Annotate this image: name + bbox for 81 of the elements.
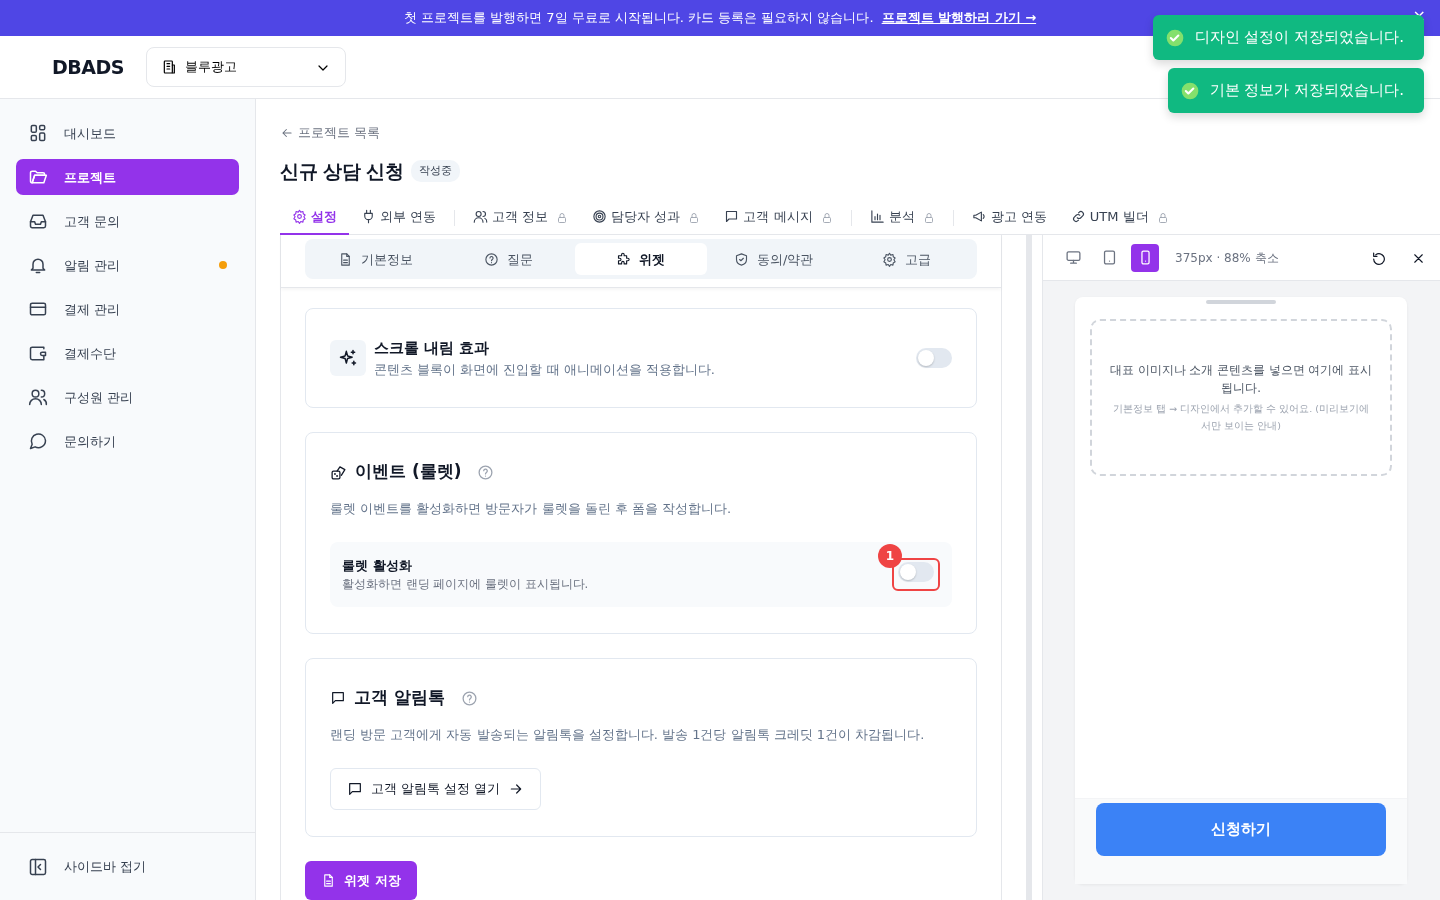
collapse-sidebar-button[interactable]: 사이드바 접기 xyxy=(28,856,147,877)
tab[interactable]: 설정 xyxy=(280,201,349,235)
check-icon xyxy=(1179,80,1200,101)
puzzle-icon xyxy=(616,252,632,267)
desktop-icon xyxy=(1064,249,1082,267)
placeholder-title: 대표 이미지나 소개 콘텐츠를 넣으면 여기에 표시됩니다. xyxy=(1110,362,1372,397)
open-settings-button[interactable]: 고객 알림톡 설정 열기 xyxy=(330,768,542,810)
sidebar-item[interactable]: 문의하기 xyxy=(16,423,239,460)
chat-icon xyxy=(330,689,346,706)
banner-text: 첫 프로젝트를 발행하면 7일 무료로 시작됩니다. 카드 등록은 필요하지 않습니다. xyxy=(403,9,874,28)
success-toast: 기본 정보가 저장되었습니다. xyxy=(1167,68,1424,113)
sidebar-item[interactable]: 고객 문의 xyxy=(16,203,239,240)
megaphone-icon xyxy=(971,209,987,225)
save-button[interactable]: 위젯 저장 xyxy=(305,860,417,900)
link-icon xyxy=(1070,209,1086,225)
logo: DBADS xyxy=(52,54,125,80)
sidebar-collapse-icon xyxy=(28,856,48,877)
apply-button[interactable]: 신청하기 xyxy=(1096,803,1386,856)
building-icon xyxy=(161,59,177,76)
chat-icon xyxy=(28,431,48,452)
users-icon xyxy=(473,209,489,225)
save-icon xyxy=(321,872,336,888)
users-icon xyxy=(28,387,48,408)
question-icon xyxy=(483,252,499,267)
sidebar-item[interactable]: 알림 관리 xyxy=(16,247,239,284)
help-icon xyxy=(477,464,495,482)
publish-link[interactable]: 프로젝트 발행하러 가기 → xyxy=(881,8,1037,28)
tab[interactable]: 외부 연동 xyxy=(349,201,449,235)
workspace-dropdown[interactable]: 블루광고 xyxy=(146,47,346,88)
section-title: 이벤트 (룰렛) xyxy=(355,460,462,484)
page-title: 신규 상담 신청 xyxy=(280,159,404,184)
chat-icon xyxy=(347,780,363,797)
lock-icon xyxy=(922,211,935,224)
toggle-label: 룰렛 활성화 xyxy=(342,557,413,576)
toggle-switch[interactable] xyxy=(916,348,952,369)
toggle-switch[interactable] xyxy=(898,561,934,582)
lock-icon xyxy=(820,211,833,224)
toggle-description: 활성화하면 랜딩 페이지에 룰렛이 표시됩니다. xyxy=(342,575,590,593)
tab[interactable]: UTM 빌더 xyxy=(1058,201,1181,235)
tab[interactable]: 광고 연동 xyxy=(959,201,1059,235)
section-title: 스크롤 내림 효과 xyxy=(374,338,491,360)
sidebar-item[interactable]: 결제 관리 xyxy=(16,291,239,328)
back-link[interactable]: 프로젝트 목록 xyxy=(280,123,381,143)
reset-icon xyxy=(1371,250,1387,267)
settings-icon xyxy=(292,209,307,225)
chat-icon xyxy=(724,209,740,225)
sub-tab[interactable]: 질문 xyxy=(441,243,575,276)
sub-tab[interactable]: 기본정보 xyxy=(309,243,442,276)
section-description: 랜딩 방문 고객에게 자동 발송되는 알림톡을 설정합니다. 발송 1건당 알림톡 크레딧 1건이 차감됩니다. xyxy=(330,725,926,744)
plug-icon xyxy=(361,209,376,225)
sub-tab[interactable]: 동의/약관 xyxy=(707,243,841,276)
section-description: 룰렛 이벤트를 활성화하면 방문자가 룰렛을 돌린 후 폼을 작성합니다. xyxy=(330,499,733,518)
section-title: 고객 알림톡 xyxy=(354,686,445,709)
bar-chart-icon xyxy=(869,209,885,225)
sidebar-item[interactable]: 프로젝트 xyxy=(16,159,239,196)
sub-tab[interactable]: 고급 xyxy=(840,243,973,276)
help-icon xyxy=(460,690,478,707)
section-description: 콘텐츠 블록이 화면에 진입할 때 애니메이션을 적용합니다. xyxy=(374,360,716,379)
dice-icon xyxy=(330,463,347,481)
tab[interactable]: 담당자 성과 xyxy=(580,201,713,235)
sidebar-item[interactable]: 결제수단 xyxy=(16,335,239,372)
shield-icon xyxy=(734,252,750,267)
status-badge: 작성중 xyxy=(411,160,461,183)
grid-icon xyxy=(28,123,48,144)
sub-tab[interactable]: 위젯 xyxy=(574,243,708,276)
tab[interactable]: 고객 메시지 xyxy=(712,201,845,235)
placeholder-hint: 기본정보 탭 → 디자인에서 추가할 수 있어요. (미리보기에서만 보이는 안내) xyxy=(1112,401,1370,433)
lock-icon xyxy=(1156,211,1169,224)
lock-icon xyxy=(556,211,569,224)
device-button[interactable] xyxy=(1131,244,1159,272)
tab[interactable]: 고객 정보 xyxy=(461,201,581,235)
target-icon xyxy=(592,209,608,225)
sidebar-item[interactable]: 대시보드 xyxy=(16,115,239,152)
lock-icon xyxy=(688,211,701,224)
check-icon xyxy=(1164,27,1185,48)
step-marker: 1 xyxy=(878,543,902,568)
settings-icon xyxy=(882,252,898,267)
sidebar-item[interactable]: 구성원 관리 xyxy=(16,379,239,416)
sparkle-icon xyxy=(330,340,366,377)
preview-size-label: 375px · 88% 축소 xyxy=(1175,250,1279,267)
tab[interactable]: 분석 xyxy=(857,201,947,235)
